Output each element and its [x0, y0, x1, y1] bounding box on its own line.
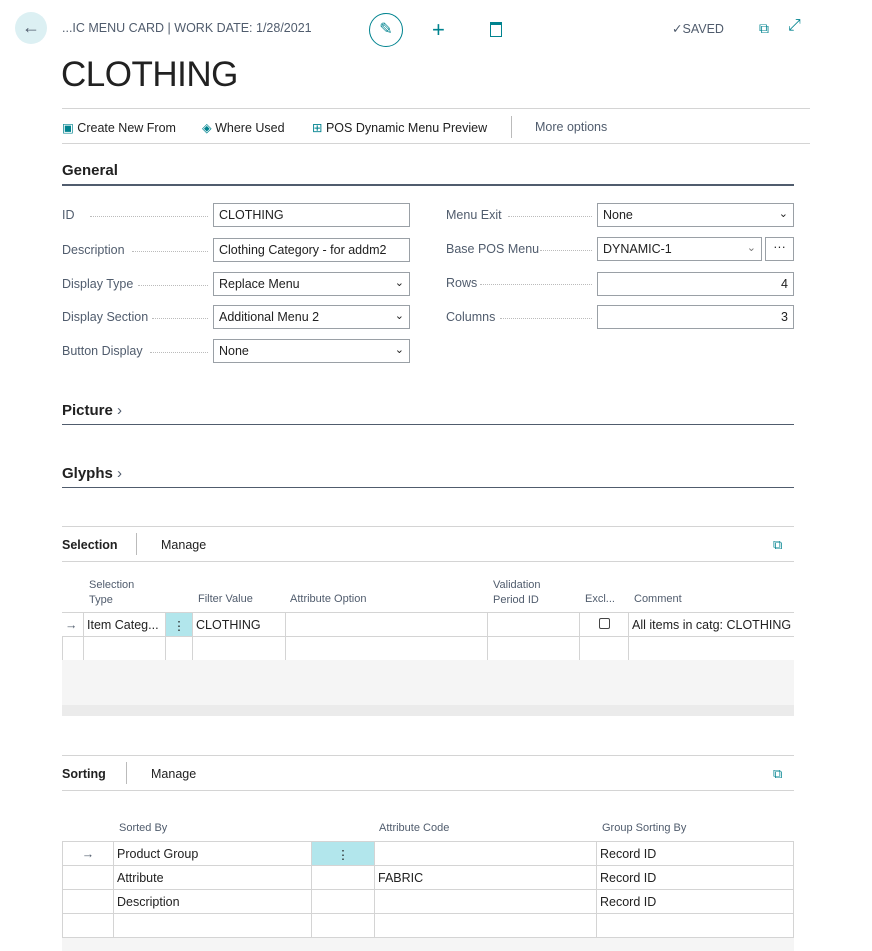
breadcrumb: ...IC MENU CARD | WORK DATE: 1/28/2021	[62, 21, 312, 35]
row-indicator: →	[62, 842, 114, 866]
chevron-right-icon: ›	[112, 465, 123, 482]
col-attribute-code[interactable]: Attribute Code	[379, 821, 449, 836]
open-in-new-icon: ⧉	[773, 537, 783, 552]
filter-value-cell[interactable]: CLOTHING	[193, 613, 286, 637]
col-group-sorting[interactable]: Group Sorting By	[602, 821, 686, 836]
menu-exit-label: Menu Exit	[446, 208, 502, 222]
sorted-by-cell[interactable]: Description	[114, 890, 312, 914]
create-new-from-label: Create New From	[77, 121, 176, 135]
saved-text: SAVED	[682, 22, 724, 36]
col-filter-value[interactable]: Filter Value	[198, 592, 253, 607]
display-section-label: Display Section	[62, 310, 149, 324]
sorting-expand-button[interactable]: ⧉	[773, 766, 782, 782]
more-vertical-icon: ⋮	[172, 619, 186, 633]
group-sorting-cell[interactable]: Record ID	[597, 890, 794, 914]
col-validation-period[interactable]: Validation Period ID	[493, 578, 541, 608]
delete-button[interactable]	[490, 22, 502, 37]
chevron-down-icon: ⌄	[394, 344, 404, 356]
back-button[interactable]: ←	[15, 12, 47, 44]
rows-label: Rows	[446, 276, 478, 290]
open-in-new-icon: ⧉	[773, 766, 783, 781]
where-used-icon: ◈	[202, 121, 212, 135]
sorted-by-cell[interactable]: Product Group	[114, 842, 312, 866]
excluded-checkbox	[598, 618, 610, 629]
col-comment[interactable]: Comment	[634, 592, 682, 607]
more-options-button[interactable]: More options	[535, 120, 607, 134]
description-label: Description	[62, 243, 125, 257]
description-field[interactable]: Clothing Category - for addm2	[213, 238, 410, 262]
display-type-label: Display Type	[62, 277, 134, 291]
plus-icon: +	[432, 17, 445, 42]
where-used-action[interactable]: ◈ Where Used	[202, 120, 285, 135]
group-sorting-cell[interactable]: Record ID	[597, 842, 794, 866]
where-used-label: Where Used	[215, 121, 285, 135]
attribute-code-cell[interactable]: FABRIC	[375, 866, 597, 890]
display-type-select[interactable]: Replace Menu ⌄	[213, 272, 410, 296]
menu-exit-select[interactable]: None ⌄	[597, 203, 794, 227]
excluded-cell[interactable]	[580, 613, 629, 637]
create-new-from-action[interactable]: ▣ Create New From	[62, 120, 176, 135]
open-new-window-button[interactable]: ⧉	[759, 20, 769, 37]
picture-section-title[interactable]: Picture ›	[62, 402, 122, 419]
arrow-right-icon: →	[81, 847, 95, 861]
pos-preview-label: POS Dynamic Menu Preview	[325, 121, 488, 135]
attribute-code-cell[interactable]	[375, 890, 597, 914]
row-menu-button[interactable]: ⋮	[166, 613, 193, 637]
id-field[interactable]: CLOTHING	[213, 203, 410, 227]
columns-field[interactable]: 3	[597, 305, 794, 329]
chevron-down-icon: ⌄	[778, 208, 788, 220]
row-menu-button[interactable]: ⋮	[312, 842, 375, 866]
validation-cell[interactable]	[488, 613, 580, 637]
edit-button[interactable]: ✎	[369, 13, 403, 47]
columns-label: Columns	[446, 310, 496, 324]
base-pos-menu-lookup-button[interactable]: ···	[765, 237, 794, 261]
col-sorted-by[interactable]: Sorted By	[119, 821, 167, 836]
glyphs-section-title[interactable]: Glyphs ›	[62, 465, 122, 482]
attribute-code-cell[interactable]	[375, 842, 597, 866]
display-section-select[interactable]: Additional Menu 2 ⌄	[213, 305, 410, 329]
chevron-down-icon: ⌄	[394, 277, 404, 289]
chevron-right-icon: ›	[112, 402, 123, 419]
col-selection-type[interactable]: Selection Type	[89, 578, 134, 608]
open-in-new-icon: ⧉	[759, 20, 769, 36]
button-display-label: Button Display	[62, 344, 143, 358]
rows-field[interactable]: 4	[597, 272, 794, 296]
selection-type-cell[interactable]: Item Categ...	[84, 613, 166, 637]
clipboard-icon: ▣	[62, 121, 74, 135]
chevron-down-icon: ⌄	[746, 242, 756, 254]
sorting-manage-button[interactable]: Manage	[151, 767, 196, 781]
sorting-tab[interactable]: Sorting	[62, 767, 106, 781]
page-title: CLOTHING	[61, 55, 238, 94]
pos-preview-action[interactable]: ⊞ POS Dynamic Menu Preview	[312, 120, 487, 135]
group-sorting-cell[interactable]: Record ID	[597, 866, 794, 890]
selection-manage-button[interactable]: Manage	[161, 538, 206, 552]
general-section-title[interactable]: General	[62, 162, 118, 179]
button-display-select[interactable]: None ⌄	[213, 339, 410, 363]
hierarchy-icon: ⊞	[312, 121, 323, 135]
row-indicator: →	[62, 613, 84, 637]
attribute-option-cell[interactable]	[286, 613, 488, 637]
sorted-by-cell[interactable]: Attribute	[114, 866, 312, 890]
saved-status: ✓SAVED	[672, 21, 724, 36]
arrow-right-icon: →	[65, 618, 78, 632]
expand-button[interactable]: ⤢	[788, 17, 801, 35]
col-attribute-option[interactable]: Attribute Option	[290, 592, 366, 607]
comment-cell[interactable]: All items in catg: CLOTHING	[629, 613, 794, 637]
selection-tab[interactable]: Selection	[62, 538, 118, 552]
selection-scrollbar[interactable]	[62, 705, 794, 716]
col-excluded[interactable]: Excl...	[585, 592, 615, 607]
new-button[interactable]: +	[432, 17, 445, 43]
expand-icon: ⤢	[788, 17, 801, 34]
pencil-icon: ✎	[379, 21, 393, 38]
base-pos-menu-field[interactable]: DYNAMIC-1 ⌄	[597, 237, 762, 261]
chevron-down-icon: ⌄	[394, 310, 404, 322]
selection-expand-button[interactable]: ⧉	[773, 537, 782, 553]
more-vertical-icon: ⋮	[336, 848, 350, 862]
check-icon: ✓	[672, 22, 683, 36]
arrow-left-icon: ←	[22, 17, 40, 37]
id-label: ID	[62, 208, 75, 222]
base-pos-menu-label: Base POS Menu	[446, 242, 540, 256]
